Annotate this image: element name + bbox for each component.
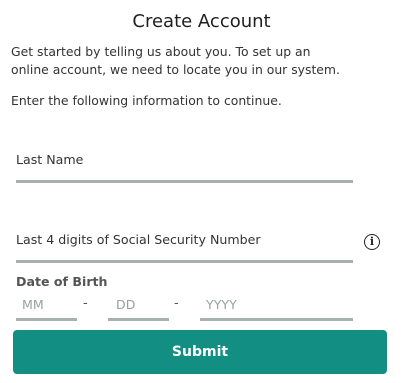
dob-month-underline[interactable] bbox=[16, 318, 77, 321]
last-name-underline[interactable] bbox=[16, 180, 353, 183]
dob-day-placeholder[interactable]: DD bbox=[116, 297, 135, 312]
ssn-underline[interactable] bbox=[16, 260, 353, 263]
ssn-label[interactable]: Last 4 digits of Social Security Number bbox=[16, 232, 261, 247]
dob-year-placeholder[interactable]: YYYY bbox=[206, 297, 237, 312]
date-of-birth-label: Date of Birth bbox=[16, 274, 108, 289]
intro-text-line-2: online account, we need to locate you in… bbox=[11, 62, 340, 77]
dob-year-underline[interactable] bbox=[200, 318, 353, 321]
instructions-text: Enter the following information to conti… bbox=[11, 93, 282, 108]
dob-day-underline[interactable] bbox=[108, 318, 169, 321]
info-icon[interactable]: i bbox=[364, 234, 380, 250]
dob-separator: - bbox=[83, 296, 88, 311]
page-title: Create Account bbox=[132, 11, 271, 32]
dob-month-placeholder[interactable]: MM bbox=[22, 297, 44, 312]
last-name-label[interactable]: Last Name bbox=[16, 152, 83, 167]
dob-separator: - bbox=[174, 296, 179, 311]
intro-text-line-1: Get started by telling us about you. To … bbox=[11, 44, 311, 59]
submit-button[interactable]: Submit bbox=[13, 330, 387, 374]
